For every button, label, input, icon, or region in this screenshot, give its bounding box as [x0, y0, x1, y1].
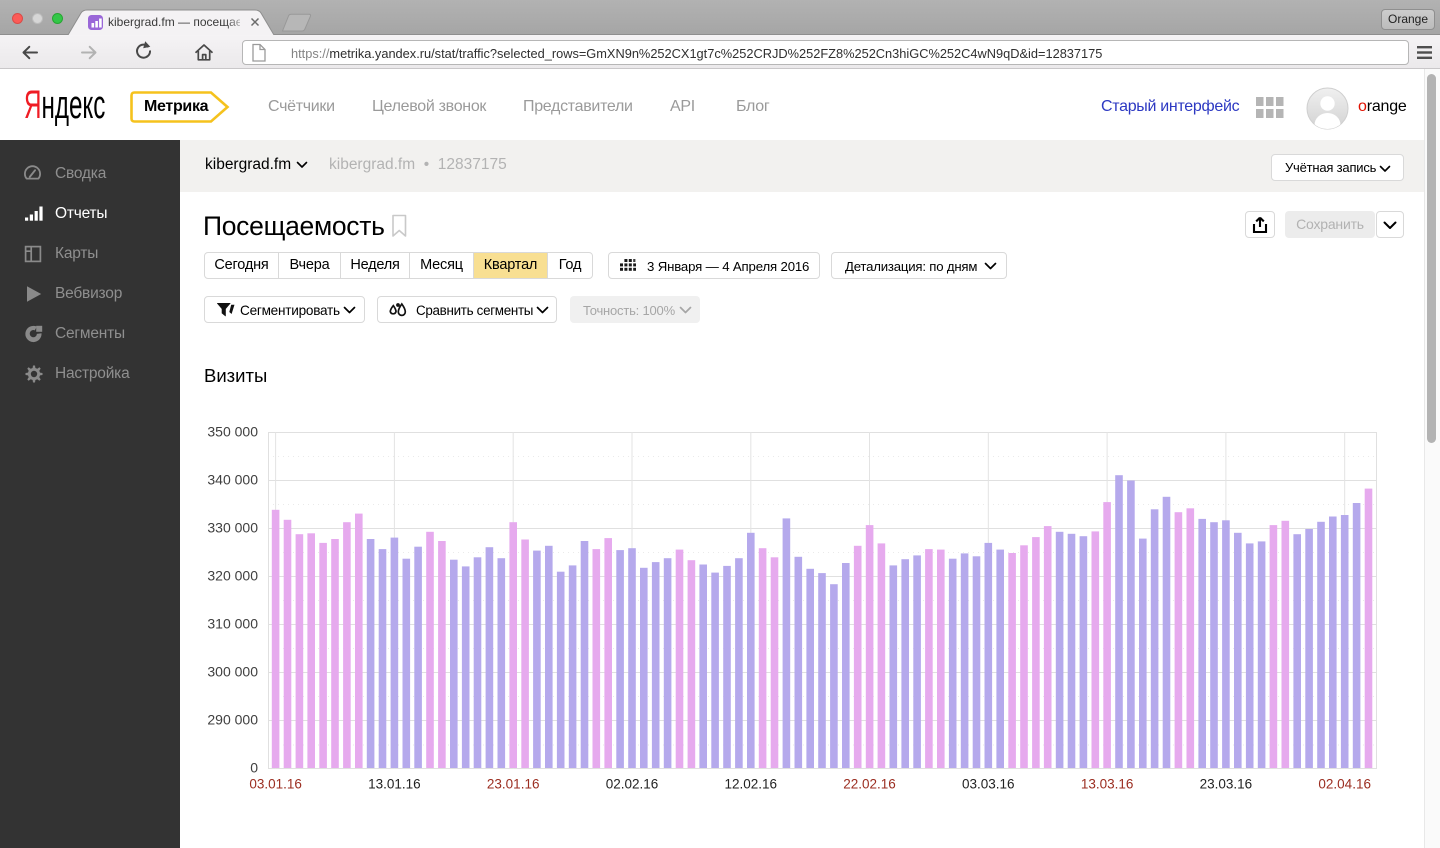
- svg-text:13.01.16: 13.01.16: [368, 777, 421, 792]
- svg-text:02.02.16: 02.02.16: [606, 777, 659, 792]
- svg-text:290 000: 290 000: [207, 712, 258, 728]
- svg-text:350 000: 350 000: [207, 424, 258, 440]
- svg-text:300 000: 300 000: [207, 664, 258, 680]
- svg-text:320 000: 320 000: [207, 568, 258, 584]
- svg-text:22.02.16: 22.02.16: [843, 777, 896, 792]
- svg-text:03.03.16: 03.03.16: [962, 777, 1015, 792]
- svg-text:340 000: 340 000: [207, 472, 258, 488]
- svg-text:02.04.16: 02.04.16: [1318, 777, 1371, 792]
- svg-text:23.01.16: 23.01.16: [487, 777, 540, 792]
- svg-text:13.03.16: 13.03.16: [1081, 777, 1134, 792]
- svg-text:03.01.16: 03.01.16: [249, 777, 302, 792]
- svg-text:23.03.16: 23.03.16: [1200, 777, 1253, 792]
- svg-text:330 000: 330 000: [207, 520, 258, 536]
- svg-text:12.02.16: 12.02.16: [725, 777, 778, 792]
- svg-text:310 000: 310 000: [207, 616, 258, 632]
- svg-text:0: 0: [250, 760, 258, 776]
